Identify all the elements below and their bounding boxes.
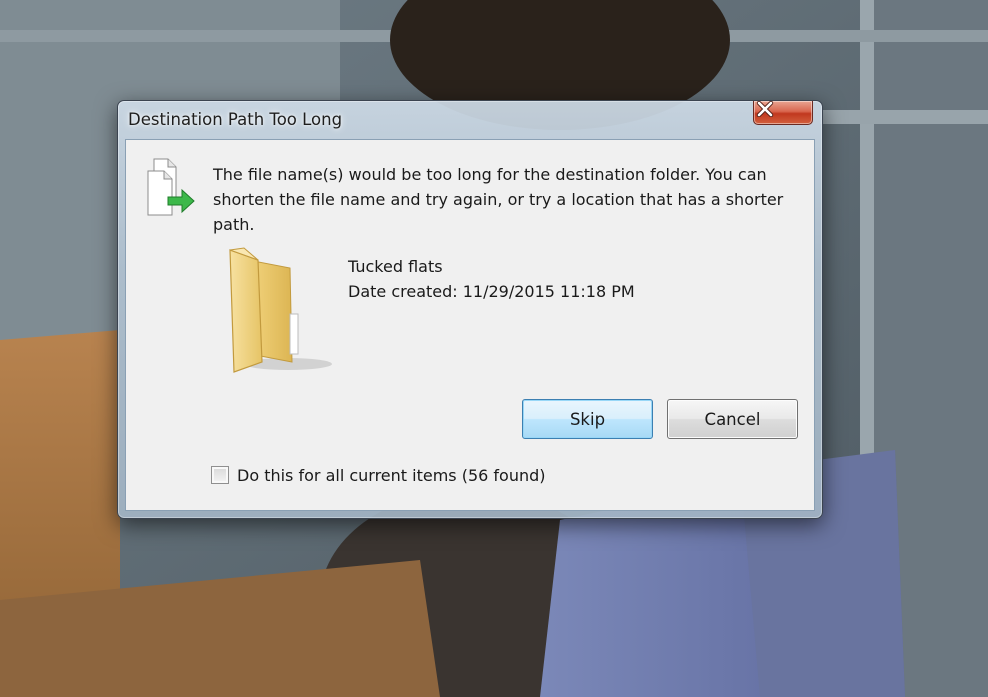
error-message: The file name(s) would be too long for t… — [213, 165, 784, 234]
item-date-created: Date created: 11/29/2015 11:18 PM — [348, 282, 635, 301]
close-icon — [754, 101, 812, 124]
close-button[interactable] — [753, 101, 813, 125]
file-move-icon — [146, 157, 196, 219]
apply-to-all-label[interactable]: Do this for all current items (56 found) — [237, 466, 546, 485]
folder-icon — [218, 246, 336, 374]
desktop-background: Destination Path Too Long The file name(… — [0, 0, 988, 697]
dialog-content: The file name(s) would be too long for t… — [125, 139, 815, 511]
destination-path-too-long-dialog: Destination Path Too Long The file name(… — [117, 100, 823, 519]
skip-button[interactable]: Skip — [522, 399, 653, 439]
dialog-title: Destination Path Too Long — [128, 110, 343, 129]
item-name: Tucked flats — [348, 257, 443, 276]
apply-to-all-checkbox[interactable] — [211, 466, 229, 484]
cancel-button[interactable]: Cancel — [667, 399, 798, 439]
